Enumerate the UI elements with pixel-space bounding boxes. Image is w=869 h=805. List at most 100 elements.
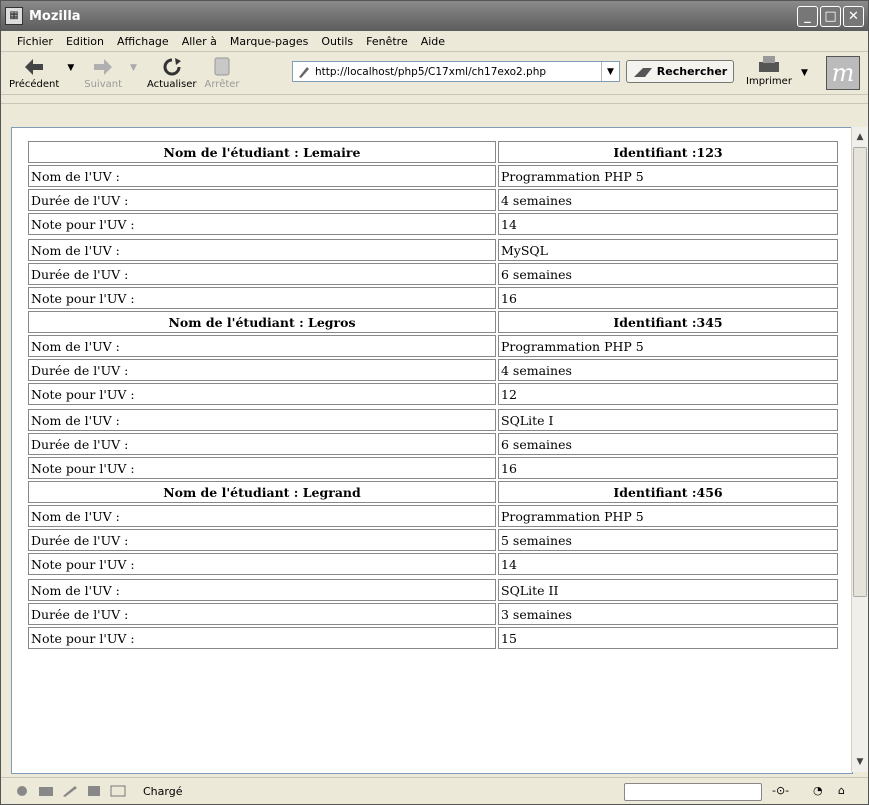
printer-icon	[758, 56, 779, 72]
vertical-scrollbar[interactable]: ▲ ▼	[851, 127, 868, 772]
status-text: Chargé	[143, 784, 183, 798]
uv-field-value: Programmation PHP 5	[498, 505, 838, 527]
progress-bar	[624, 783, 762, 801]
menu-fenetre[interactable]: Fenêtre	[366, 35, 408, 48]
uv-row: Durée de l'UV :4 semaines	[28, 359, 838, 381]
uv-field-label: Nom de l'UV :	[28, 409, 496, 431]
forward-dropdown-icon[interactable]: ▼	[130, 63, 137, 73]
uv-field-label: Nom de l'UV :	[28, 239, 496, 261]
reload-label: Actualiser	[146, 78, 197, 90]
uv-field-label: Note pour l'UV :	[28, 213, 496, 235]
scroll-down-icon[interactable]: ▼	[853, 754, 867, 770]
print-label: Imprimer	[746, 76, 792, 87]
uv-field-value: 4 semaines	[498, 189, 838, 211]
uv-row: Nom de l'UV : MySQL	[28, 239, 838, 261]
forward-arrow-icon	[94, 58, 113, 75]
stop-icon	[214, 57, 230, 75]
uv-field-label: Durée de l'UV :	[28, 189, 496, 211]
uv-field-value: 14	[498, 553, 838, 575]
uv-row: Note pour l'UV :16	[28, 457, 838, 479]
back-dropdown-icon[interactable]: ▼	[67, 63, 74, 73]
uv-field-value: 3 semaines	[498, 603, 838, 625]
uv-field-value: 14	[498, 213, 838, 235]
security-icon: ◔	[813, 784, 823, 797]
uv-row: Note pour l'UV :14	[28, 553, 838, 575]
address-book-icon[interactable]	[85, 784, 103, 798]
uv-field-label: Durée de l'UV :	[28, 359, 496, 381]
scroll-up-icon[interactable]: ▲	[853, 129, 867, 145]
menu-aller[interactable]: Aller à	[182, 35, 217, 48]
student-name-cell: Nom de l'étudiant : Lemaire	[28, 141, 496, 163]
search-icon	[633, 67, 652, 77]
uv-row: Nom de l'UV : SQLite II	[28, 579, 838, 601]
uv-row: Nom de l'UV : Programmation PHP 5	[28, 335, 838, 357]
print-button[interactable]: Imprimer	[746, 54, 792, 87]
page-content: Nom de l'étudiant : Lemaire Identifiant :…	[11, 127, 853, 774]
menu-fichier[interactable]: Fichier	[17, 35, 53, 48]
navigation-toolbar: Précédent ▼ Suivant ▼ Actualiser Arrêter…	[1, 52, 868, 95]
url-text: http://localhost/php5/C17xml/ch17exo2.ph…	[315, 65, 547, 78]
uv-field-value: 15	[498, 627, 838, 649]
toolbar-grippy	[1, 95, 868, 104]
mail-icon[interactable]	[37, 784, 55, 798]
uv-field-value: 16	[498, 457, 838, 479]
uv-field-value: 4 semaines	[498, 359, 838, 381]
chat-icon[interactable]	[109, 784, 127, 798]
menu-marque-pages[interactable]: Marque-pages	[230, 35, 308, 48]
student-id-cell: Identifiant :123	[498, 141, 838, 163]
app-icon: ▦	[5, 7, 23, 25]
uv-field-value: 6 semaines	[498, 263, 838, 285]
uv-field-value: SQLite I	[498, 409, 838, 431]
uv-row: Note pour l'UV :16	[28, 287, 838, 309]
uv-field-value: MySQL	[498, 239, 838, 261]
uv-field-label: Durée de l'UV :	[28, 263, 496, 285]
student-name-cell: Nom de l'étudiant : Legrand	[28, 481, 496, 503]
maximize-button[interactable]: □	[820, 5, 841, 27]
scroll-thumb[interactable]	[853, 147, 867, 597]
student-id-cell: Identifiant :345	[498, 311, 838, 333]
status-bar: Chargé -⊙- ◔ ⌂	[1, 777, 868, 804]
student-id-cell: Identifiant :456	[498, 481, 838, 503]
uv-row: Durée de l'UV :6 semaines	[28, 433, 838, 455]
uv-field-value: Programmation PHP 5	[498, 335, 838, 357]
uv-row: Durée de l'UV :3 semaines	[28, 603, 838, 625]
uv-field-label: Durée de l'UV :	[28, 529, 496, 551]
navigator-icon[interactable]	[13, 784, 31, 798]
print-dropdown-icon[interactable]: ▼	[801, 68, 808, 78]
students-table: Nom de l'étudiant : Lemaire Identifiant :…	[26, 139, 840, 651]
reload-button[interactable]: Actualiser	[147, 57, 197, 90]
uv-field-value: SQLite II	[498, 579, 838, 601]
uv-field-label: Note pour l'UV :	[28, 287, 496, 309]
student-header-row: Nom de l'étudiant : Legrand Identifiant :…	[28, 481, 838, 503]
uv-field-value: 16	[498, 287, 838, 309]
uv-field-value: 6 semaines	[498, 433, 838, 455]
composer-icon[interactable]	[61, 784, 79, 798]
menu-affichage[interactable]: Affichage	[117, 35, 169, 48]
uv-field-label: Nom de l'UV :	[28, 335, 496, 357]
uv-row: Nom de l'UV : Programmation PHP 5	[28, 165, 838, 187]
url-dropdown-icon[interactable]: ▼	[601, 62, 619, 81]
menu-aide[interactable]: Aide	[421, 35, 445, 48]
uv-field-value: Programmation PHP 5	[498, 165, 838, 187]
menu-edition[interactable]: Edition	[66, 35, 104, 48]
close-button[interactable]: ✕	[843, 5, 864, 27]
search-button[interactable]: Rechercher	[626, 60, 734, 83]
uv-row: Nom de l'UV : Programmation PHP 5	[28, 505, 838, 527]
title-bar: ▦ Mozilla _ □ ✕	[1, 1, 868, 31]
lock-icon: ⌂	[838, 784, 845, 797]
forward-button[interactable]: Suivant	[84, 57, 122, 90]
page-icon	[299, 66, 309, 78]
forward-label: Suivant	[84, 78, 123, 90]
stop-button[interactable]: Arrêter	[205, 57, 240, 90]
uv-field-label: Nom de l'UV :	[28, 579, 496, 601]
menu-outils[interactable]: Outils	[321, 35, 353, 48]
back-button[interactable]: Précédent	[9, 57, 59, 90]
minimize-button[interactable]: _	[797, 5, 818, 27]
uv-row: Durée de l'UV :5 semaines	[28, 529, 838, 551]
address-bar[interactable]: http://localhost/php5/C17xml/ch17exo2.ph…	[292, 61, 620, 82]
online-status-icon[interactable]: -⊙-	[772, 784, 789, 797]
uv-row: Durée de l'UV :6 semaines	[28, 263, 838, 285]
uv-field-label: Note pour l'UV :	[28, 457, 496, 479]
uv-field-label: Note pour l'UV :	[28, 627, 496, 649]
back-arrow-icon	[25, 58, 44, 75]
